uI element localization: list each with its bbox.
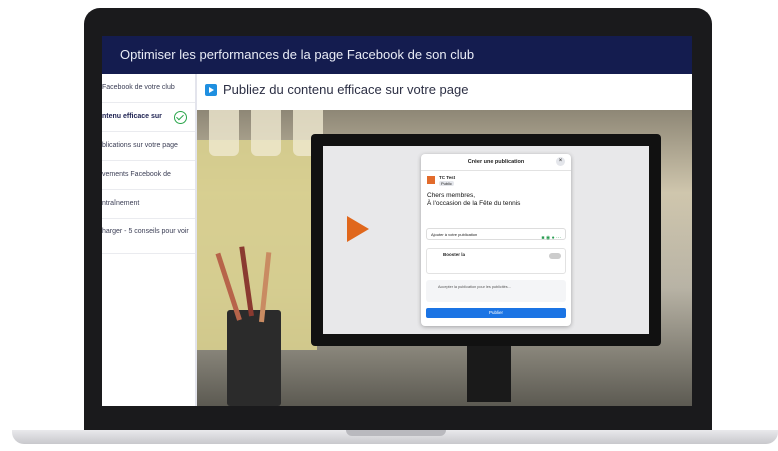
attachment-icons: ■ ◉ ● ··· [541,235,561,241]
course-title: Optimiser les performances de la page Fa… [120,47,475,62]
add-to-post-bar: Ajouter à votre publication ■ ◉ ● ··· [426,228,566,241]
sidebar-item-lesson-1[interactable]: Facebook de votre club [102,74,195,103]
sidebar-item-label: blications sur votre page [102,142,178,149]
dialog-title: Créer une publication [467,159,525,165]
divider [421,170,571,171]
app-header: Optimiser les performances de la page Fa… [102,36,692,74]
create-post-dialog: Créer une publication × TC Test Public C… [421,154,571,326]
laptop-notch [346,430,446,436]
sidebar-item-lesson-4[interactable]: vements Facebook de [102,161,195,190]
boost-label: Booster la [443,252,466,257]
sidebar-item-lesson-6[interactable]: harger - 5 conseils pour voir [102,219,195,254]
sidebar-item-lesson-5[interactable]: ntraînement [102,190,195,219]
sidebar-item-label: ntenu efficace sur [102,113,162,120]
ceiling-light [209,110,239,156]
post-text: Chers membres, À l'occasion de la Fête d… [427,192,520,208]
play-square-icon [205,84,217,96]
pencil-cup [227,310,281,406]
close-icon: × [556,157,565,166]
ceiling-light [251,110,281,156]
sidebar-item-label: harger - 5 conseils pour voir [102,228,189,235]
info-row: Accepter la publication pour les publici… [426,280,566,302]
sidebar-item-lesson-2-active[interactable]: ntenu efficace sur [102,103,195,132]
laptop-screen: Optimiser les performances de la page Fa… [102,36,692,406]
sidebar-item-label: ntraînement [102,200,140,207]
completed-check-icon [174,111,187,124]
lesson-sidebar: Facebook de votre club ntenu efficace su… [102,74,197,406]
monitor-screen: Créer une publication × TC Test Public C… [323,146,649,334]
lesson-content: Publiez du contenu efficace sur votre pa… [197,74,692,406]
video-player[interactable]: Créer une publication × TC Test Public C… [197,110,692,406]
avatar [427,176,435,184]
sidebar-item-label: Facebook de votre club [102,84,175,91]
boost-toggle [549,253,561,259]
sidebar-item-lesson-3[interactable]: blications sur votre page [102,132,195,161]
info-text: Accepter la publication pour les publici… [438,285,511,289]
publish-button: Publier [426,308,566,318]
add-to-post-label: Ajouter à votre publication [431,232,478,237]
section-title: Publiez du contenu efficace sur votre pa… [223,82,469,97]
post-text-line: À l'occasion de la Fête du tennis [427,200,521,207]
boost-post-row: Booster la [426,248,566,274]
monitor-stand [467,346,511,402]
sidebar-item-label: vements Facebook de [102,171,171,178]
play-icon[interactable] [347,216,369,242]
post-author: TC Test [439,175,456,180]
post-text-line: Chers membres, [427,192,476,199]
audience-badge: Public [439,181,454,186]
